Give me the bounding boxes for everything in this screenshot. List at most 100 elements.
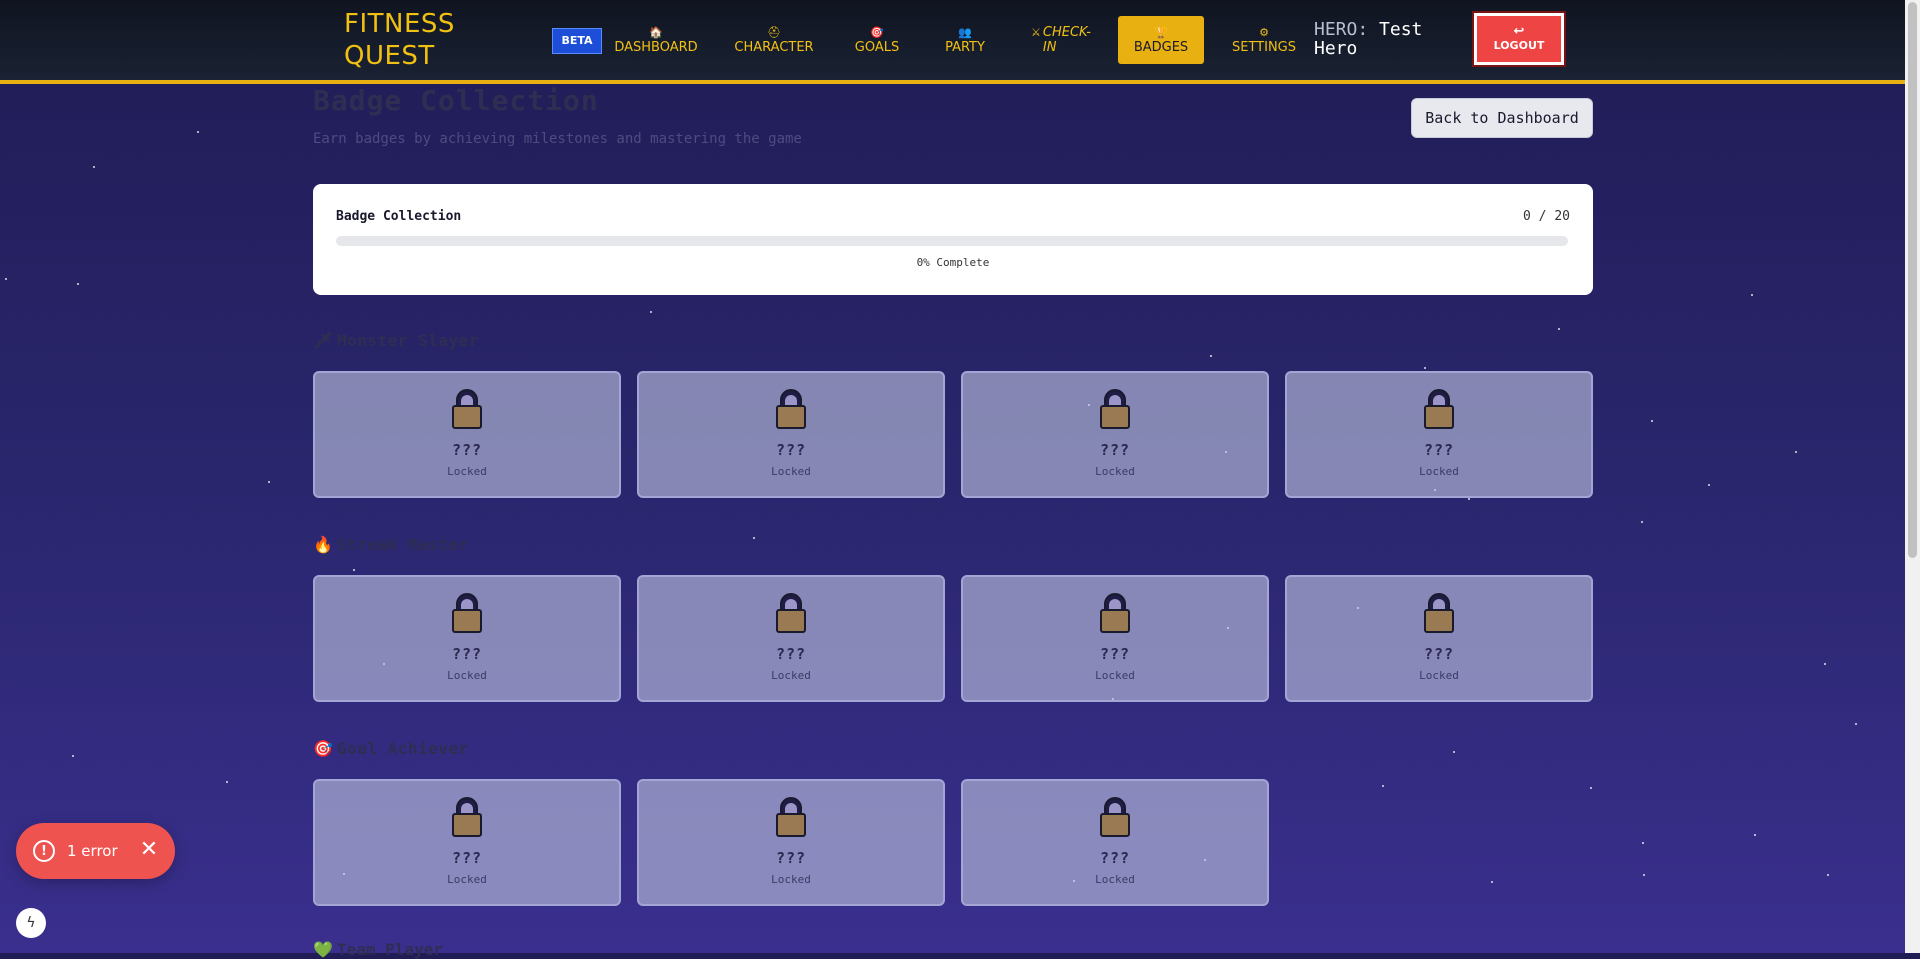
star [1643,874,1645,876]
page-scrollbar[interactable] [1905,0,1920,953]
error-count-label: 1 error [67,842,118,860]
section-title-text: Monster Slayer [337,331,479,350]
trophy-icon: 🏆 [1154,25,1168,39]
badge-status: Locked [1419,669,1459,682]
section-title-monster-slayer: 🗡 Monster Slayer [313,331,479,350]
badge-card[interactable]: ??? Locked [313,575,621,702]
badge-status: Locked [1419,465,1459,478]
badge-card[interactable]: ??? Locked [961,371,1269,498]
badge-name: ??? [1423,441,1455,459]
badge-status: Locked [447,669,487,682]
error-toast[interactable]: ! 1 error ✕ [16,823,175,879]
heart-icon: 💚 [313,940,333,959]
lightning-icon: ϟ [26,915,36,931]
star [1590,787,1592,789]
logo-line-1: FITNESS [344,9,455,39]
nav-settings[interactable]: ⚙ SETTINGS [1228,16,1300,64]
close-icon[interactable]: ✕ [137,838,161,862]
star [1491,881,1493,883]
badge-name: ??? [1099,849,1131,867]
badge-status: Locked [771,873,811,886]
house-icon: 🏠 [649,25,663,39]
star [1824,663,1826,665]
star [1641,521,1643,523]
badge-card[interactable]: ??? Locked [1285,575,1593,702]
star [650,311,652,313]
badge-progress-card: Badge Collection 0 / 20 0% Complete [313,184,1593,295]
badge-card[interactable]: ??? Locked [637,779,945,906]
nav-party[interactable]: 👥 PARTY [940,16,990,64]
badge-status: Locked [1095,465,1135,478]
star [93,166,95,168]
star [1210,355,1212,357]
crossed-swords-icon: ⚔ [1031,26,1041,39]
nav-badges[interactable]: 🏆 BADGES [1118,16,1204,64]
top-navbar: FITNESS QUEST BETA 🏠 DASHBOARD ⛑ CHARACT… [0,0,1905,84]
star [1453,751,1455,753]
beta-badge: BETA [552,28,602,54]
badge-card[interactable]: ??? Locked [637,371,945,498]
scrollbar-thumb[interactable] [1908,2,1917,558]
section-title-goal-achiever: 🎯 Goal Achiever [313,739,469,758]
sword-icon: 🗡 [313,331,334,350]
progress-count: 0 / 20 [1523,209,1570,224]
dev-tools-indicator[interactable]: ϟ [16,908,46,938]
star [268,481,270,483]
progress-bar [336,236,1568,246]
badge-card[interactable]: ??? Locked [1285,371,1593,498]
lock-icon [776,797,806,837]
nav-goals[interactable]: 🎯 GOALS [852,16,902,64]
badge-card[interactable]: ??? Locked [961,779,1269,906]
lock-icon [1424,389,1454,429]
starfield-background [0,0,1920,953]
badge-name: ??? [775,849,807,867]
lock-icon [452,593,482,633]
nav-label: DASHBOARD [614,39,698,55]
nav-dashboard[interactable]: 🏠 DASHBOARD [612,16,700,64]
nav-label: SETTINGS [1231,39,1296,55]
helmet-icon: ⛑ [767,25,781,39]
star [1754,834,1756,836]
page-title: Badge Collection [313,84,599,117]
lock-icon [1424,593,1454,633]
section-title-text: Goal Achiever [337,739,469,758]
badge-status: Locked [771,465,811,478]
star [1382,785,1384,787]
star [72,755,74,757]
progress-title: Badge Collection [336,209,462,224]
progress-label: 0% Complete [916,256,990,269]
logout-button[interactable]: ↩ LOGOUT [1472,11,1566,67]
nav-check-in[interactable]: ⚔ CHECK- IN [1026,16,1096,64]
badge-card[interactable]: ??? Locked [961,575,1269,702]
lock-icon [1100,389,1130,429]
back-to-dashboard-button[interactable]: Back to Dashboard [1411,98,1593,138]
fire-icon: 🔥 [313,535,334,554]
nav-character[interactable]: ⛑ CHARACTER [734,16,814,64]
badge-card[interactable]: ??? Locked [637,575,945,702]
star [197,131,199,133]
badge-status: Locked [771,669,811,682]
badge-card[interactable]: ??? Locked [313,779,621,906]
nav-label-line-1: CHECK- [1042,25,1091,40]
badge-card[interactable]: ??? Locked [313,371,621,498]
app-logo[interactable]: FITNESS QUEST [344,8,464,72]
badge-name: ??? [1099,645,1131,663]
star [1855,723,1857,725]
people-icon: 👥 [958,25,972,39]
badge-status: Locked [1095,873,1135,886]
lock-icon [1100,593,1130,633]
hero-name-line-1: Test [1379,19,1423,40]
star [1558,328,1560,330]
badge-name: ??? [775,645,807,663]
badge-name: ??? [451,645,483,663]
star [77,283,79,285]
gear-icon: ⚙ [1259,25,1269,39]
target-icon: 🎯 [870,25,884,39]
hero-prefix: HERO: [1314,19,1369,40]
badge-status: Locked [447,873,487,886]
section-title-team-player: 💚 Team Player [313,940,443,959]
star [1708,484,1710,486]
hero-name-line-2: Hero [1314,38,1358,59]
lock-icon [776,593,806,633]
lock-icon [1100,797,1130,837]
